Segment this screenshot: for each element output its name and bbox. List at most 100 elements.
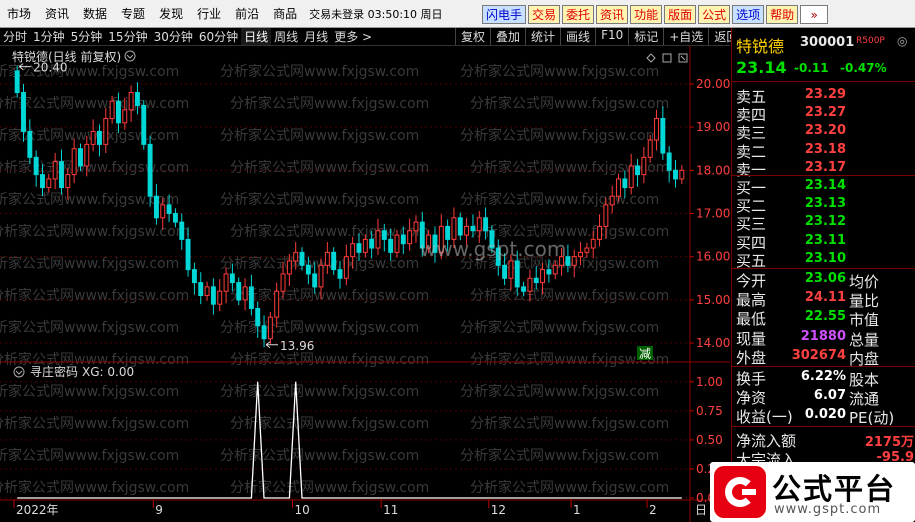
menu-topics[interactable]: 专题 [114,5,152,22]
candle-body [337,269,343,279]
ask-row-value: 23.27 [804,105,846,121]
news-button[interactable]: 资讯 [596,5,629,24]
bid-row[interactable]: 买三 23.12 [732,212,915,233]
separator [732,81,915,82]
candle-body [204,286,210,297]
indicator-options-icon[interactable] [13,366,25,378]
fund-row[interactable]: 收益(一) 0.020 PE(动) [732,405,915,427]
period-60min[interactable]: 60分钟 [196,28,241,45]
menu-news[interactable]: 资讯 [38,5,76,22]
watermark-text: 分析家公式网www.fxjgsw.com [230,95,429,112]
bid-row[interactable]: 买五 23.10 [732,249,915,270]
period-tick[interactable]: 分时 [0,28,30,45]
menu-bar: 市场 资讯 数据 专题 发现 行业 前沿 商品 交易未登录 03:50:10 周… [0,0,915,28]
candle-body [40,174,45,189]
options-button[interactable]: 选项 [732,5,765,24]
period-monthly[interactable]: 月线 [301,28,331,45]
period-30min[interactable]: 30分钟 [151,28,196,45]
add-watchlist-button[interactable]: +自选 [663,28,708,45]
watermark-text: 分析家公式网www.fxjgsw.com [0,63,179,80]
stat-row[interactable]: 现量 21880 总量 [732,327,915,349]
period-15min[interactable]: 15分钟 [105,28,150,45]
stock-code: 300001 [800,35,855,50]
candle-body [312,273,318,288]
menu-discover[interactable]: 发现 [152,5,190,22]
watermark-text: 分析家公式网www.fxjgsw.com [460,319,659,336]
period-daily[interactable]: 日线 [241,28,272,45]
menu-frontier[interactable]: 前沿 [228,5,266,22]
candle-body [552,264,558,275]
ask-row[interactable]: 卖五 23.29 [732,85,915,106]
layout-button[interactable]: 版面 [664,5,697,24]
bid-row[interactable]: 买四 23.11 [732,231,915,252]
chart-toolbar: 分时 1分钟 5分钟 15分钟 30分钟 60分钟 日线 周线 月线 更多 > … [0,28,738,46]
date-tick-label: 9 [155,503,163,517]
function-button[interactable]: 功能 [630,5,663,24]
center-watermark: www.gspt.com [420,237,566,261]
watermark-text: 分析家公式网www.fxjgsw.com [0,383,179,400]
period-5min[interactable]: 5分钟 [68,28,106,45]
candle-body [476,217,482,232]
toggle-icon[interactable] [662,53,672,63]
candle-body [635,165,640,176]
ask-row[interactable]: 卖一 23.17 [732,158,915,179]
order-button[interactable]: 委托 [562,5,595,24]
f10-button[interactable]: F10 [595,28,628,45]
indicator-name: 寻庄密码 [30,364,78,379]
flash-trade-button[interactable]: 闪电手 [482,5,527,24]
candle-body [609,195,615,206]
menu-commodity[interactable]: 商品 [266,5,304,22]
candle-body [78,148,83,167]
watermark-text: 分析家公式网www.fxjgsw.com [220,127,419,144]
stats-button[interactable]: 统计 [525,28,560,45]
stat-row[interactable]: 外盘 302674 内盘 [732,346,915,368]
watermark-text: 分析家公式网www.fxjgsw.com [0,95,189,112]
menu-data[interactable]: 数据 [76,5,114,22]
more-tools-button[interactable]: » [800,5,829,24]
ask-row[interactable]: 卖三 23.20 [732,121,915,142]
panel-menu-icon[interactable]: ◎ [897,34,907,48]
date-tick-label: 1 [573,503,581,517]
candle-body [464,225,470,236]
menu-industry[interactable]: 行业 [190,5,228,22]
bid-row[interactable]: 买二 23.13 [732,194,915,215]
price-tick-label: 16.00 [696,250,730,264]
draw-line-button[interactable]: 画线 [560,28,595,45]
price-tick-label: 14.00 [696,336,730,350]
ask-row-value: 23.17 [804,159,846,175]
candle-body [400,234,406,245]
flow-row[interactable]: 净流入额 2175万 [732,429,915,450]
period-more[interactable]: 更多 > [331,28,375,45]
fund-row[interactable]: 换手 6.22% 股本 [732,367,915,389]
fund-row-value: 0.020 [804,407,846,423]
period-weekly[interactable]: 周线 [271,28,301,45]
fund-row[interactable]: 净资 6.07 流通 [732,386,915,408]
price-chart[interactable]: 分析家公式网www.fxjgsw.com 分析家公式网www.fxjgsw.com… [0,46,730,522]
trade-button[interactable]: 交易 [528,5,561,24]
help-button[interactable]: 帮助 [766,5,799,24]
expand-icon[interactable] [678,53,688,63]
overlay-button[interactable]: 叠加 [490,28,525,45]
stat-row[interactable]: 最高 24.11 量比 [732,288,915,310]
period-1min[interactable]: 1分钟 [30,28,68,45]
chart-options-icon[interactable] [124,50,136,62]
watermark-text: 分析家公式网www.fxjgsw.com [460,63,659,80]
ask-row[interactable]: 卖四 23.27 [732,103,915,124]
adjust-button[interactable]: 复权 [455,28,490,45]
ask-row[interactable]: 卖二 23.18 [732,140,915,161]
diamond-icon[interactable] [646,53,656,63]
candle-body [369,238,375,249]
candle-body [356,243,362,253]
candle-body [33,156,39,176]
candle-body [198,282,204,297]
formula-button[interactable]: 公式 [698,5,731,24]
indicator-tick-label: 1.00 [696,375,723,389]
watermark-text: 分析家公式网www.fxjgsw.com [230,159,429,176]
mark-button[interactable]: 标记 [628,28,663,45]
candle-body [597,225,603,240]
menu-market[interactable]: 市场 [0,5,38,22]
candle-body [413,221,419,232]
bid-row[interactable]: 买一 23.14 [732,176,915,197]
stat-row[interactable]: 今开 23.06 均价 [732,269,915,291]
stat-row[interactable]: 最低 22.55 市值 [732,307,915,329]
